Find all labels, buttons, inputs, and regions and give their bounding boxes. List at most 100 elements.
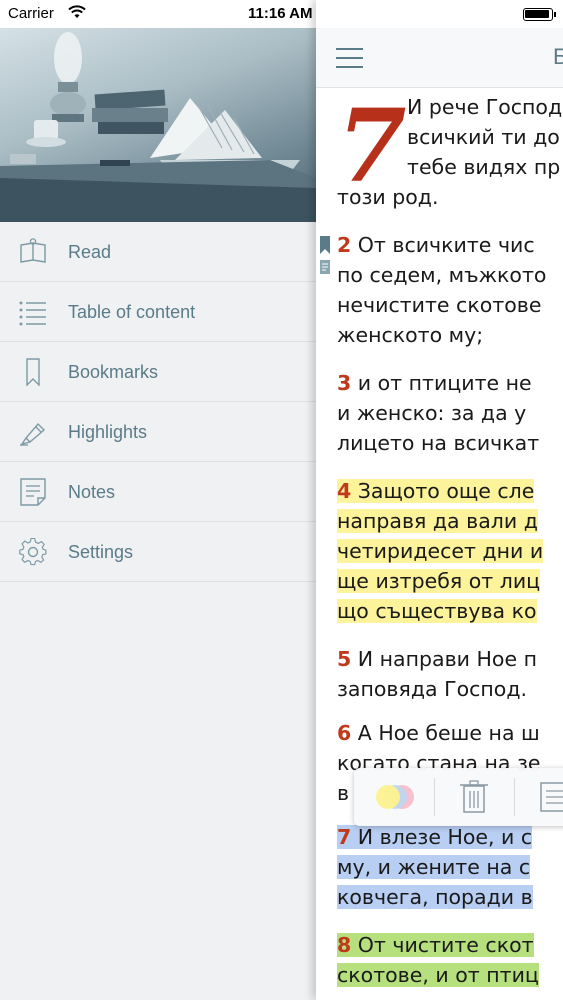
verse-line-text: ще изтребя от лиц	[337, 569, 541, 593]
verse-text: му, и жените на с	[337, 855, 531, 879]
verse-line-text: му, и жените на с	[337, 855, 531, 879]
verse-line-text: нечистите скотове	[337, 293, 542, 317]
text-line[interactable]: ковчега, поради в	[337, 882, 533, 912]
verse-text: и женско: за да у	[337, 401, 526, 425]
verse-line-text: ковчега, поради в	[337, 885, 533, 909]
verse-text: четиридесет дни и	[337, 539, 544, 563]
verse-text: женското му;	[337, 323, 483, 347]
menu-item-notes[interactable]: Notes	[0, 462, 316, 522]
text-line[interactable]: нечистите скотове	[337, 290, 541, 320]
text-line[interactable]: И рече Господ	[407, 92, 562, 122]
verse-text: ковчега, поради в	[337, 885, 533, 909]
menu-item-settings[interactable]: Settings	[0, 522, 316, 582]
menu-item-label: Settings	[68, 542, 134, 562]
menu-item-highlights[interactable]: Highlights	[0, 402, 316, 462]
verse-line-text: От чистите скот	[351, 933, 534, 957]
text-line[interactable]: женското му;	[337, 320, 483, 350]
text-line[interactable]: този род.	[337, 182, 438, 212]
clock: 11:16 AM	[248, 5, 313, 22]
verse-text: 4 Защото още сле	[337, 479, 535, 503]
carrier-label: Carrier	[8, 5, 54, 22]
verse-text: И рече Господ	[407, 95, 562, 119]
text-line[interactable]: в	[337, 778, 349, 808]
verse-text: 3 и от птиците не	[337, 371, 532, 395]
menu-item-label: Highlights	[68, 422, 148, 442]
text-line[interactable]: ще изтребя от лиц	[337, 566, 541, 596]
reader-panel[interactable]: Б 7 И рече Господ всичкий ти до тебе видях…	[316, 0, 563, 1000]
text-line[interactable]: направя да вали д	[337, 506, 538, 536]
book-open-icon	[20, 238, 46, 263]
menu-item-table-of-content[interactable]: Table of content	[0, 282, 316, 342]
verse-number: 4	[337, 479, 352, 503]
verse-text: всичкий ти до	[407, 125, 560, 149]
menu-item-bookmarks[interactable]: Bookmarks	[0, 342, 316, 402]
text-line[interactable]: заповяда Господ.	[337, 674, 527, 704]
note-icon[interactable]	[540, 780, 563, 814]
verse-line-text: тебе видях пр	[407, 155, 561, 179]
verse-line-text: и женско: за да у	[337, 401, 527, 425]
verse-line-text: направя да вали д	[337, 509, 538, 533]
color-picker-icon[interactable]	[368, 780, 418, 814]
text-line[interactable]: що съществува ко	[337, 596, 537, 626]
verse-line-text: скотове, и от птиц	[337, 963, 539, 987]
text-line[interactable]: 7 И влезе Ное, и с	[337, 822, 533, 852]
bookmark-marker-icon[interactable]	[320, 236, 330, 254]
reader-navbar: Б	[316, 28, 563, 88]
chapter-number: 7	[337, 87, 407, 205]
selection-toolbar	[354, 768, 563, 826]
verse-text: заповяда Господ.	[337, 677, 527, 701]
list-icon	[19, 301, 46, 326]
verse-text: направя да вали д	[337, 509, 538, 533]
text-line[interactable]: 3 и от птиците не	[337, 368, 532, 398]
verse-number: 2	[337, 233, 352, 257]
trash-icon[interactable]	[460, 780, 488, 814]
text-line[interactable]: 8 От чистите скот	[337, 930, 534, 960]
verse-number: 6	[337, 721, 352, 745]
note-marker-icon[interactable]	[320, 260, 330, 274]
text-line[interactable]: лицето на всичкат	[337, 428, 539, 458]
text-line[interactable]: тебе видях пр	[407, 152, 560, 182]
text-line[interactable]: 2 От всичките чис	[337, 230, 535, 260]
text-line[interactable]: 5 И направи Ное п	[337, 644, 537, 674]
verse-text: скотове, и от птиц	[337, 963, 539, 987]
text-line[interactable]: и женско: за да у	[337, 398, 526, 428]
verse-number: 8	[337, 933, 352, 957]
text-line[interactable]: 6 А Ное беше на ш	[337, 718, 540, 748]
text-line[interactable]: четиридесет дни и	[337, 536, 544, 566]
text-line[interactable]: по седем, мъжкото	[337, 260, 546, 290]
bookmark-icon	[26, 358, 40, 386]
side-menu: Carrier 11:16 AM Read Table of content B…	[0, 0, 316, 1000]
highlighter-icon	[20, 422, 46, 446]
verse-line-text: От всичките чис	[351, 233, 535, 257]
toolbar-divider	[514, 778, 515, 816]
verse-number: 5	[337, 647, 352, 671]
note-icon	[20, 478, 46, 506]
verse-text: лицето на всичкат	[337, 431, 539, 455]
text-line[interactable]: всичкий ти до	[407, 122, 560, 152]
verse-line-text: А Ное беше на ш	[351, 721, 540, 745]
verse-text: по седем, мъжкото	[337, 263, 546, 287]
book-title[interactable]: Б	[553, 44, 563, 70]
verse-line-text: И влезе Ное, и с	[351, 825, 533, 849]
verse-line-text: лицето на всичкат	[337, 431, 540, 455]
verse-text: ще изтребя от лиц	[337, 569, 541, 593]
text-line[interactable]: скотове, и от птиц	[337, 960, 539, 990]
verse-text: 2 От всичките чис	[337, 233, 535, 257]
menu-item-read[interactable]: Read	[0, 222, 316, 282]
verse-line-text: по седем, мъжкото	[337, 263, 547, 287]
text-line[interactable]: 4 Защото още сле	[337, 476, 535, 506]
gear-icon	[19, 538, 47, 566]
header-image	[0, 28, 316, 222]
text-line[interactable]: му, и жените на с	[337, 852, 531, 882]
menu-item-label: Bookmarks	[68, 362, 159, 382]
verse-line-text: и от птиците не	[351, 371, 532, 395]
wifi-icon	[68, 5, 86, 18]
verse-line-text: всичкий ти до	[407, 125, 560, 149]
menu-item-label: Table of content	[68, 302, 196, 322]
verse-number: 7	[337, 825, 352, 849]
verse-number: 3	[337, 371, 352, 395]
verse-text: що съществува ко	[337, 599, 537, 623]
hamburger-menu-icon[interactable]	[336, 48, 363, 68]
verse-text: 5 И направи Ное п	[337, 647, 537, 671]
verse-line-text: женското му;	[337, 323, 484, 347]
